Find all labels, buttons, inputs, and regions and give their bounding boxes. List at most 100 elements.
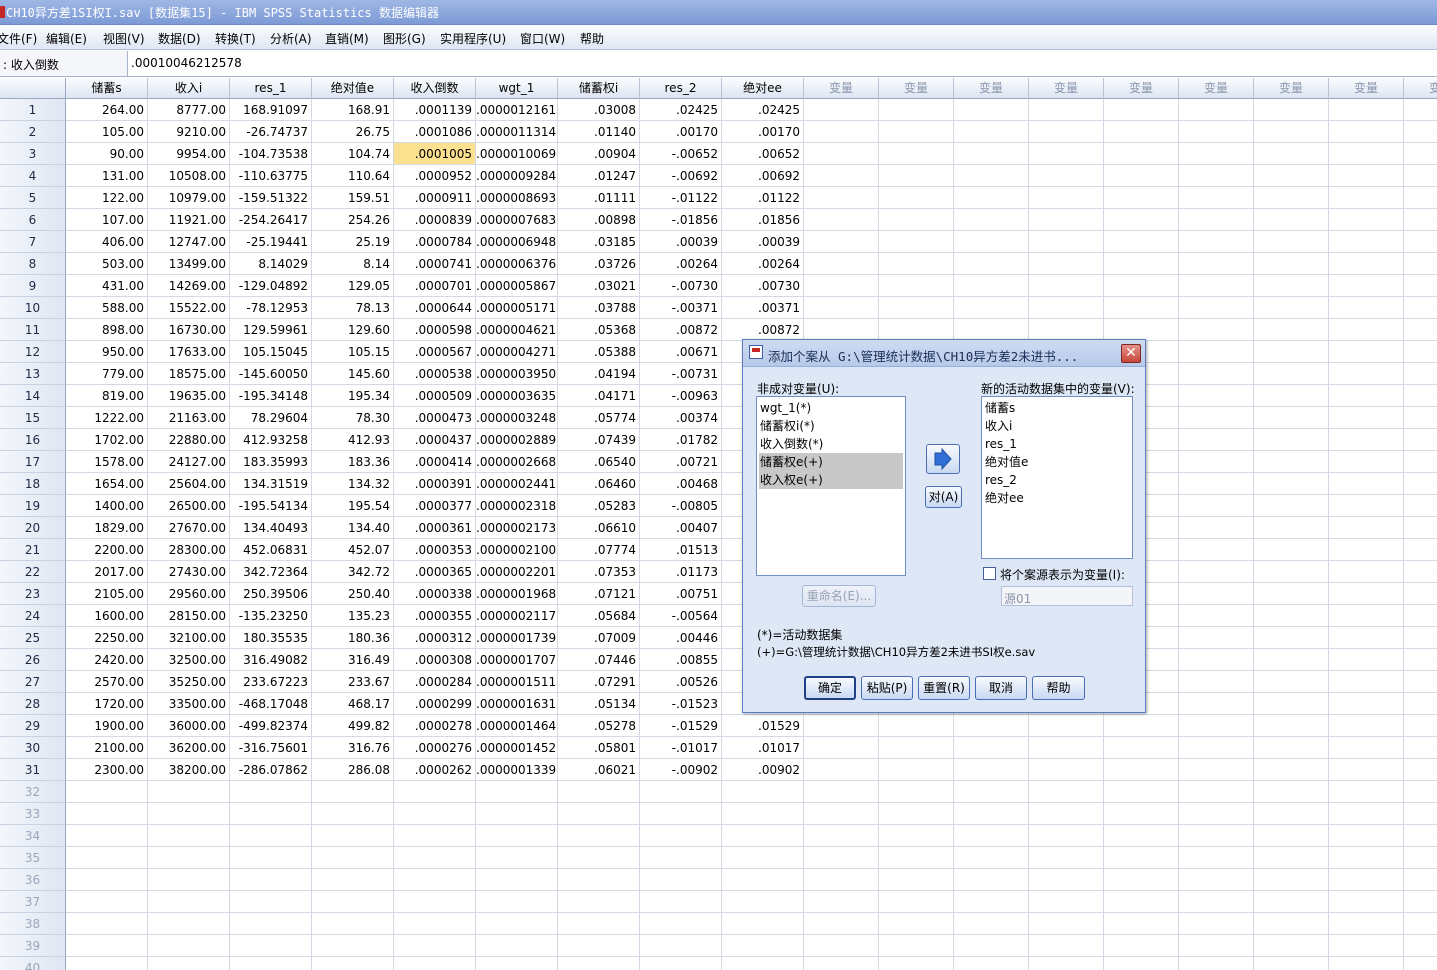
help-button[interactable]: 帮助 <box>1032 676 1085 700</box>
table-cell-empty[interactable] <box>1404 143 1437 165</box>
table-cell[interactable]: 159.51 <box>312 187 394 209</box>
table-cell[interactable]: .00730 <box>722 275 804 297</box>
table-cell[interactable]: .0000002441 <box>476 473 558 495</box>
row-number[interactable]: 3 <box>0 143 66 165</box>
table-cell-empty[interactable] <box>1404 891 1437 913</box>
table-cell-empty[interactable] <box>1179 847 1254 869</box>
table-cell-empty[interactable] <box>1254 781 1329 803</box>
table-cell-empty[interactable] <box>1179 803 1254 825</box>
table-cell[interactable]: 180.35535 <box>230 627 312 649</box>
table-cell[interactable]: 134.32 <box>312 473 394 495</box>
table-cell[interactable]: 250.39506 <box>230 583 312 605</box>
table-cell-empty[interactable] <box>1404 99 1437 121</box>
table-cell[interactable]: .00468 <box>640 473 722 495</box>
table-cell[interactable]: 1829.00 <box>66 517 148 539</box>
table-cell-empty[interactable] <box>1179 605 1254 627</box>
column-header[interactable]: 收入倒数 <box>394 78 476 99</box>
column-header-empty[interactable]: 变量 <box>804 78 879 99</box>
table-cell[interactable] <box>148 957 230 970</box>
table-cell-empty[interactable] <box>954 957 1029 970</box>
table-cell[interactable]: .0000911 <box>394 187 476 209</box>
table-cell[interactable] <box>148 803 230 825</box>
table-cell-empty[interactable] <box>1404 803 1437 825</box>
column-header[interactable]: 储蓄s <box>66 78 148 99</box>
table-cell[interactable]: 468.17 <box>312 693 394 715</box>
table-cell[interactable] <box>476 913 558 935</box>
table-cell-empty[interactable] <box>1329 429 1404 451</box>
row-number[interactable]: 34 <box>0 825 66 847</box>
table-cell-empty[interactable] <box>954 759 1029 781</box>
table-cell[interactable]: 503.00 <box>66 253 148 275</box>
row-number[interactable]: 28 <box>0 693 66 715</box>
table-cell-empty[interactable] <box>1104 143 1179 165</box>
table-cell[interactable] <box>640 869 722 891</box>
row-number[interactable]: 21 <box>0 539 66 561</box>
table-cell[interactable]: .01513 <box>640 539 722 561</box>
table-cell-empty[interactable] <box>879 737 954 759</box>
table-cell-empty[interactable] <box>1254 187 1329 209</box>
table-cell-empty[interactable] <box>1404 649 1437 671</box>
table-cell[interactable]: 131.00 <box>66 165 148 187</box>
table-cell-empty[interactable] <box>1254 825 1329 847</box>
table-cell-empty[interactable] <box>1029 275 1104 297</box>
table-cell[interactable] <box>476 825 558 847</box>
table-cell[interactable]: -.01856 <box>640 209 722 231</box>
table-cell-empty[interactable] <box>1179 825 1254 847</box>
table-cell[interactable]: .0000262 <box>394 759 476 781</box>
table-cell-empty[interactable] <box>954 165 1029 187</box>
table-cell[interactable]: 286.08 <box>312 759 394 781</box>
list-item[interactable]: res_2 <box>984 471 1017 489</box>
row-number[interactable]: 18 <box>0 473 66 495</box>
table-cell[interactable]: -.00902 <box>640 759 722 781</box>
table-cell[interactable] <box>312 781 394 803</box>
table-cell-empty[interactable] <box>1104 253 1179 275</box>
table-cell[interactable]: 105.15 <box>312 341 394 363</box>
table-cell[interactable]: -.00564 <box>640 605 722 627</box>
reset-button[interactable]: 重置(R) <box>918 676 970 700</box>
table-cell[interactable]: .0000391 <box>394 473 476 495</box>
row-number[interactable]: 13 <box>0 363 66 385</box>
table-cell-empty[interactable] <box>1404 517 1437 539</box>
table-cell-empty[interactable] <box>1179 231 1254 253</box>
table-cell[interactable]: -.00731 <box>640 363 722 385</box>
table-cell[interactable]: 90.00 <box>66 143 148 165</box>
table-cell[interactable]: .0000004271 <box>476 341 558 363</box>
table-cell[interactable] <box>230 935 312 957</box>
table-cell[interactable]: .0000001707 <box>476 649 558 671</box>
column-header-empty[interactable]: 变量 <box>1254 78 1329 99</box>
table-cell-empty[interactable] <box>1329 583 1404 605</box>
table-cell[interactable]: .0000002100 <box>476 539 558 561</box>
table-cell-empty[interactable] <box>1404 297 1437 319</box>
table-cell[interactable]: 2100.00 <box>66 737 148 759</box>
row-number[interactable]: 23 <box>0 583 66 605</box>
table-cell[interactable]: -.01017 <box>640 737 722 759</box>
table-cell-empty[interactable] <box>879 253 954 275</box>
table-cell[interactable]: 195.34 <box>312 385 394 407</box>
table-cell[interactable]: 36200.00 <box>148 737 230 759</box>
table-cell-empty[interactable] <box>1179 99 1254 121</box>
list-item[interactable]: 绝对值e <box>984 453 1028 471</box>
table-cell-empty[interactable] <box>1404 957 1437 970</box>
grid-corner[interactable] <box>0 78 66 99</box>
table-cell[interactable]: .05388 <box>558 341 640 363</box>
table-cell-empty[interactable] <box>1029 99 1104 121</box>
table-cell[interactable]: .01856 <box>722 209 804 231</box>
row-number[interactable]: 26 <box>0 649 66 671</box>
menu-data[interactable]: 数据(D) <box>158 30 201 47</box>
table-cell[interactable] <box>66 891 148 913</box>
table-cell[interactable]: .00855 <box>640 649 722 671</box>
table-cell[interactable]: .00902 <box>722 759 804 781</box>
table-cell[interactable] <box>66 935 148 957</box>
list-item[interactable]: 收入权e(+) <box>759 471 903 489</box>
table-cell[interactable] <box>230 847 312 869</box>
table-cell[interactable]: 342.72 <box>312 561 394 583</box>
table-cell[interactable]: .0000361 <box>394 517 476 539</box>
table-cell[interactable]: 129.05 <box>312 275 394 297</box>
table-cell[interactable]: 38200.00 <box>148 759 230 781</box>
table-cell[interactable]: .00526 <box>640 671 722 693</box>
table-cell-empty[interactable] <box>1329 825 1404 847</box>
table-cell[interactable]: -.01122 <box>640 187 722 209</box>
table-cell-empty[interactable] <box>1029 847 1104 869</box>
table-cell-empty[interactable] <box>1179 737 1254 759</box>
column-header[interactable]: res_1 <box>230 78 312 99</box>
